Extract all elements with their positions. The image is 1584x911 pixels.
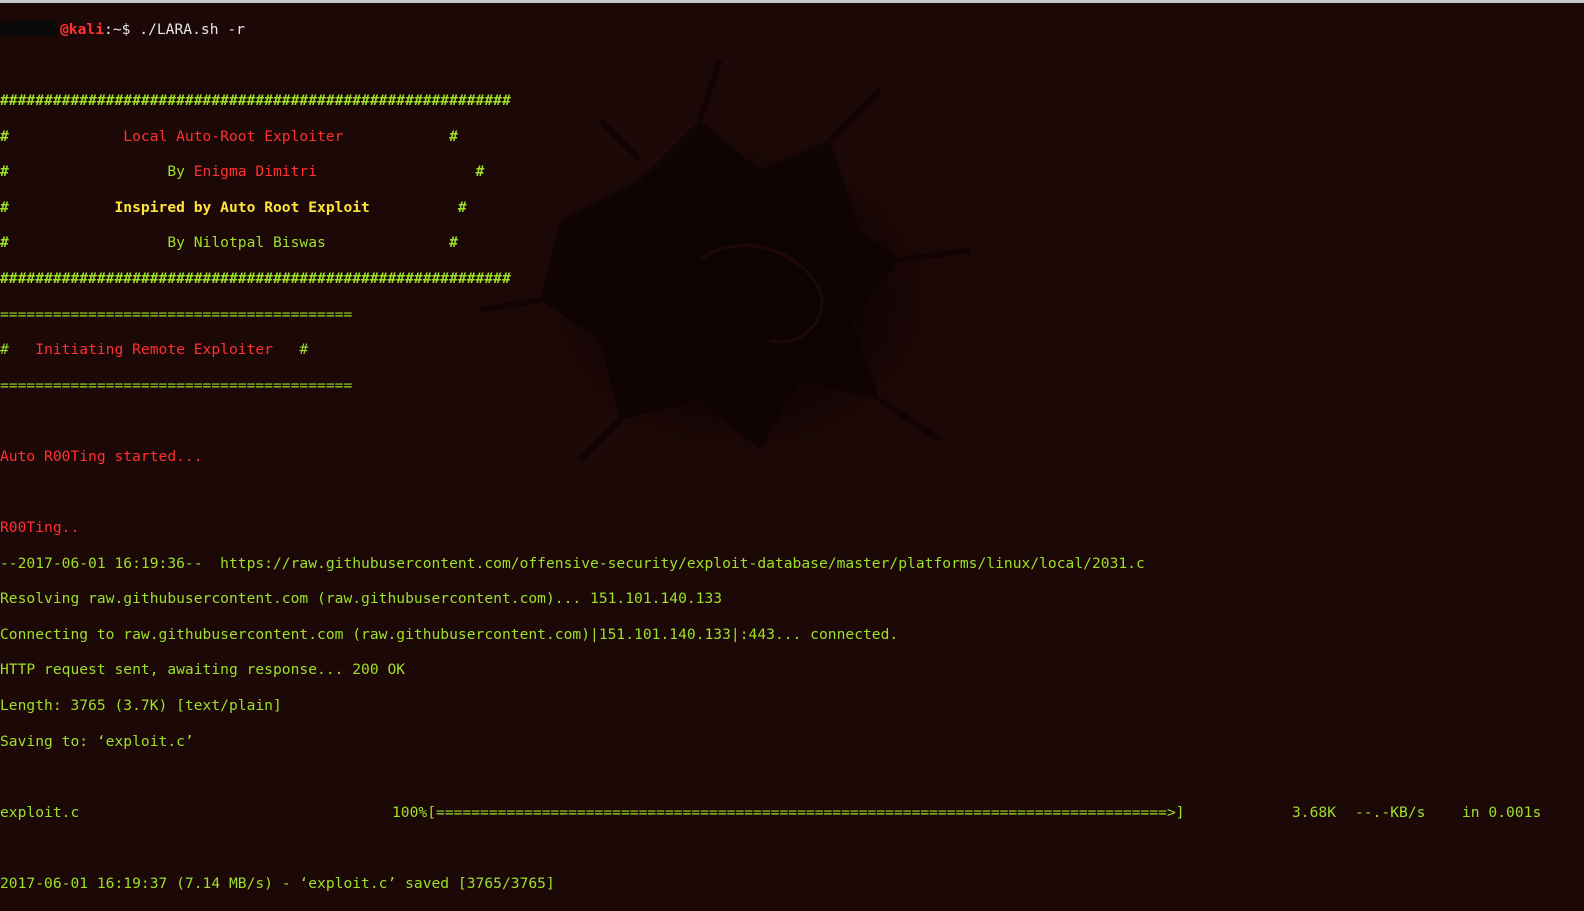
banner-title: Local Auto-Root Exploiter <box>123 127 344 145</box>
redacted-username <box>0 21 60 37</box>
status-started: Auto R00Ting started... <box>0 447 203 465</box>
remote-label-line: # Initiating Remote Exploiter # <box>0 341 309 359</box>
banner-border-top: ########################################… <box>0 91 511 109</box>
remote-border-bottom: ======================================== <box>0 376 353 394</box>
banner-author-line: # By Enigma Dimitri # <box>0 163 485 181</box>
banner-border-bottom: ########################################… <box>0 269 511 287</box>
banner-inspired: Inspired by Auto Root Exploit <box>114 198 370 216</box>
wget-saved-line: 2017-06-01 16:19:37 (7.14 MB/s) - ‘explo… <box>0 875 555 893</box>
banner-title-line: # Local Auto-Root Exploiter # <box>0 127 458 145</box>
progress-speed: --.-KB/s <box>1355 803 1426 821</box>
progress-bar: 100%[===================================… <box>392 803 1185 821</box>
prompt-line: @kali:~$ ./LARA.sh -r <box>0 21 1584 39</box>
progress-size: 3.68K <box>1292 803 1337 821</box>
banner-credit: By Nilotpal Biswas <box>167 234 326 252</box>
progress-time: in 0.001s <box>1462 803 1542 821</box>
banner-inspired-line: # Inspired by Auto Root Exploit # <box>0 198 467 216</box>
remote-border-top: ======================================== <box>0 305 353 323</box>
wget-saving-line: Saving to: ‘exploit.c’ <box>0 732 194 750</box>
wget-length-line: Length: 3765 (3.7K) [text/plain] <box>0 697 282 715</box>
prompt-path: :~$ <box>104 20 131 38</box>
progress-filename: exploit.c <box>0 803 80 821</box>
status-rooting: R00Ting.. <box>0 519 80 537</box>
prompt-host: @kali <box>60 20 105 38</box>
wget-resolving-line: Resolving raw.githubusercontent.com (raw… <box>0 590 723 608</box>
banner-by-prefix: By <box>167 163 194 181</box>
prompt-command: ./LARA.sh -r <box>130 20 245 38</box>
wget-http-line: HTTP request sent, awaiting response... … <box>0 661 406 679</box>
banner-author: Enigma Dimitri <box>193 163 318 181</box>
wget-url-line: --2017-06-01 16:19:36-- https://raw.gith… <box>0 554 1145 572</box>
download-progress-row: exploit.c 100%[==========================… <box>0 804 1584 822</box>
terminal-output: @kali:~$ ./LARA.sh -r ##################… <box>0 3 1584 892</box>
banner-credit-line: # By Nilotpal Biswas # <box>0 234 458 252</box>
wget-connecting-line: Connecting to raw.githubusercontent.com … <box>0 625 899 643</box>
remote-label: Initiating Remote Exploiter <box>35 341 274 359</box>
